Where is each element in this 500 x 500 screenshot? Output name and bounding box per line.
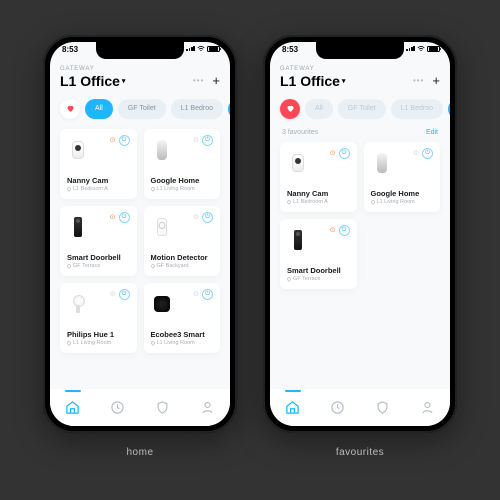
status-icon: ⊙ (193, 290, 199, 298)
device-name: Smart Doorbell (67, 253, 130, 262)
phone-left: 8:53 GATEWAY L1 Office ▾ ••• + (43, 35, 237, 433)
device-name: Google Home (371, 189, 434, 198)
more-icon[interactable]: ••• (193, 76, 204, 85)
device-room: L1 Bedroom A (287, 199, 350, 205)
favourites-toggle[interactable] (60, 99, 80, 119)
device-card[interactable]: ⊙ ⏻ Nanny Cam L1 Bedroom A (60, 129, 137, 199)
power-icon[interactable]: ⏻ (422, 148, 433, 159)
filter-chip-l1-bedroom[interactable]: L1 Bedroo (171, 99, 223, 119)
device-room: L1 Living Room (151, 340, 214, 346)
status-icons (186, 46, 220, 52)
device-card[interactable]: ⊙⏻ Google Home L1 Living Room (364, 142, 441, 212)
device-room: L1 Living Room (151, 186, 214, 192)
header-eyebrow: GATEWAY (280, 66, 440, 72)
alert-icon: ⊙ (110, 213, 116, 221)
filter-chip-gf-toilet[interactable]: GF Toilet (338, 99, 386, 119)
power-icon[interactable]: ⏻ (339, 225, 350, 236)
filter-chip-all[interactable]: All (85, 99, 113, 119)
status-icon: ⊙ (193, 213, 199, 221)
device-room: GF Backyard (151, 263, 214, 269)
device-room: GF Terrace (287, 276, 350, 282)
device-name: Ecobee3 Smart (151, 330, 214, 339)
device-name: Smart Doorbell (287, 266, 350, 275)
notch (96, 42, 184, 59)
add-icon[interactable]: + (212, 73, 220, 88)
favourites-count: 3 favourites (282, 129, 318, 136)
tab-profile[interactable] (417, 396, 439, 418)
status-icon: ⊙ (193, 136, 199, 144)
status-icons (406, 46, 440, 52)
device-name: Nanny Cam (287, 189, 350, 198)
tab-profile[interactable] (197, 396, 219, 418)
device-card[interactable]: ⊙⏻ Philips Hue 1 L1 Living Room (60, 283, 137, 353)
tab-bar (270, 388, 450, 426)
chevron-down-icon: ▾ (342, 77, 346, 85)
device-name: Nanny Cam (67, 176, 130, 185)
add-icon[interactable]: + (432, 73, 440, 88)
filter-chip-gf-toilet[interactable]: GF Toilet (118, 99, 166, 119)
power-icon[interactable]: ⏻ (339, 148, 350, 159)
thermostat-icon (154, 296, 170, 312)
camera-icon (72, 141, 84, 159)
tab-home[interactable] (62, 396, 84, 418)
device-name: Philips Hue 1 (67, 330, 130, 339)
more-icon[interactable]: ••• (413, 76, 424, 85)
device-card[interactable]: ⊙⏻ Nanny Cam L1 Bedroom A (280, 142, 357, 212)
status-time: 8:53 (282, 45, 298, 54)
status-icon: ⊙ (413, 149, 419, 157)
device-name: Google Home (151, 176, 214, 185)
power-icon[interactable]: ⏻ (202, 289, 213, 300)
layout-toggle[interactable] (228, 99, 230, 119)
tab-activity[interactable] (107, 396, 129, 418)
status-icon: ⊙ (110, 290, 116, 298)
location-selector[interactable]: L1 Office ▾ (60, 73, 125, 89)
power-icon[interactable]: ⏻ (119, 135, 130, 146)
status-time: 8:53 (62, 45, 78, 54)
power-icon[interactable]: ⏻ (202, 212, 213, 223)
doorbell-icon (74, 217, 82, 237)
device-room: L1 Bedroom A (67, 186, 130, 192)
tab-activity[interactable] (327, 396, 349, 418)
device-card[interactable]: ⊙⏻ Smart Doorbell GF Terrace (280, 219, 357, 289)
device-room: L1 Living Room (371, 199, 434, 205)
recording-icon: ⊙ (330, 149, 336, 157)
tab-home[interactable] (282, 396, 304, 418)
recording-icon: ⊙ (110, 136, 116, 144)
edit-button[interactable]: Edit (426, 129, 438, 136)
device-room: L1 Living Room (67, 340, 130, 346)
location-title: L1 Office (280, 73, 340, 89)
power-icon[interactable]: ⏻ (119, 212, 130, 223)
location-title: L1 Office (60, 73, 120, 89)
device-card[interactable]: ⊙⏻ Google Home L1 Living Room (144, 129, 221, 199)
speaker-icon (157, 140, 167, 160)
phone-right: 8:53 GATEWAY L1 Office ▾ ••• + (263, 35, 457, 433)
device-name: Motion Detector (151, 253, 214, 262)
power-icon[interactable]: ⏻ (119, 289, 130, 300)
device-room: GF Terrace (67, 263, 130, 269)
tab-security[interactable] (152, 396, 174, 418)
favourites-toggle[interactable] (280, 99, 300, 119)
doorbell-icon (294, 230, 302, 250)
caption-right: favourites (263, 447, 457, 458)
power-icon[interactable]: ⏻ (202, 135, 213, 146)
tab-security[interactable] (372, 396, 394, 418)
header-eyebrow: GATEWAY (60, 66, 220, 72)
device-card[interactable]: ⊙⏻ Motion Detector GF Backyard (144, 206, 221, 276)
camera-icon (292, 154, 304, 172)
tab-bar (50, 388, 230, 426)
caption-left: home (43, 447, 237, 458)
notch (316, 42, 404, 59)
speaker-icon (377, 153, 387, 173)
alert-icon: ⊙ (330, 226, 336, 234)
layout-toggle[interactable] (448, 99, 450, 119)
chevron-down-icon: ▾ (122, 77, 126, 85)
device-card[interactable]: ⊙⏻ Ecobee3 Smart L1 Living Room (144, 283, 221, 353)
bulb-icon (73, 295, 83, 313)
filter-chip-l1-bedroom[interactable]: L1 Bedroo (391, 99, 443, 119)
location-selector[interactable]: L1 Office ▾ (280, 73, 345, 89)
device-card[interactable]: ⊙⏻ Smart Doorbell GF Terrace (60, 206, 137, 276)
motion-icon (157, 218, 167, 236)
filter-chip-all[interactable]: All (305, 99, 333, 119)
